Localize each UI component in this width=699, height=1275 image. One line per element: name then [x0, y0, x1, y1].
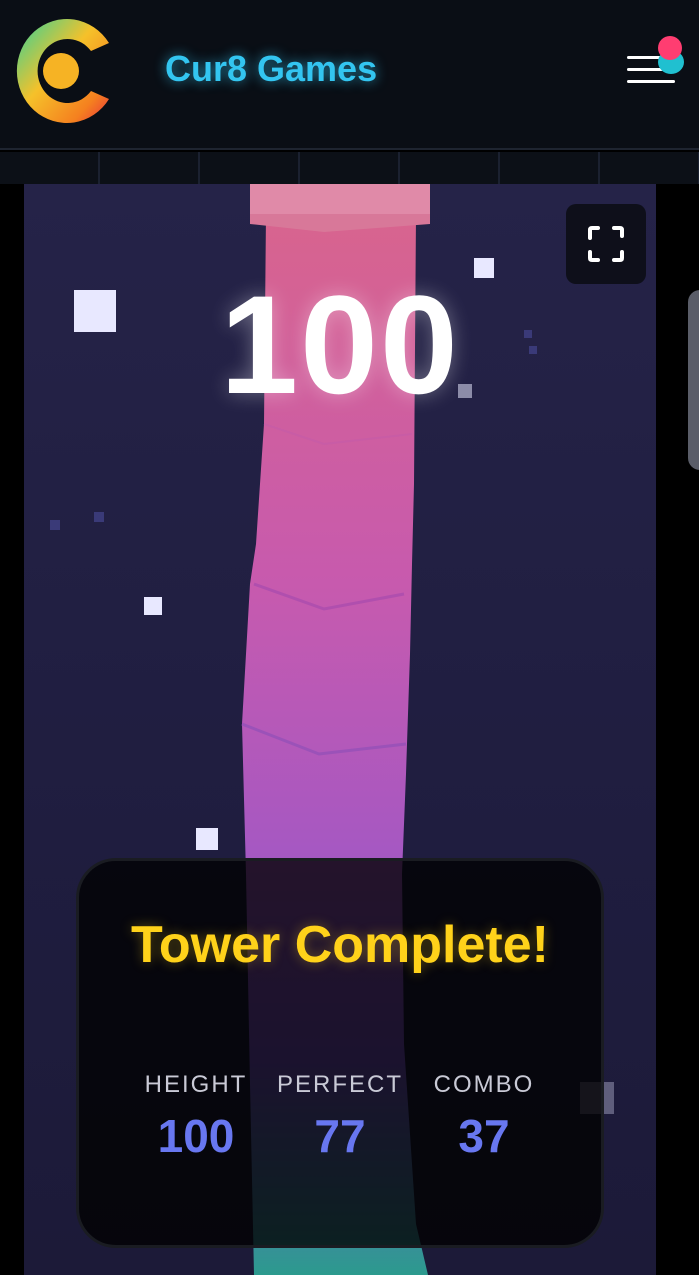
game-stage[interactable]: 100 Tower Complete! HEIGHT 100 PERFECT 7…: [24, 184, 656, 1275]
stat-label: COMBO: [433, 1071, 535, 1098]
particle: [94, 512, 104, 522]
particle: [196, 828, 218, 850]
hamburger-menu-icon[interactable]: [620, 36, 690, 96]
app-header: Cur8 Games: [0, 0, 699, 150]
score-display: 100: [220, 266, 460, 423]
tower-complete-panel: Tower Complete! HEIGHT 100 PERFECT 77 CO…: [76, 858, 604, 1248]
fullscreen-icon: [588, 226, 624, 262]
particle: [144, 597, 162, 615]
stat-label: PERFECT: [276, 1071, 403, 1098]
notification-badge: [658, 36, 682, 60]
brand-title[interactable]: Cur8 Games: [165, 48, 377, 90]
side-scroll-handle[interactable]: [688, 290, 699, 470]
stat-perfect: PERFECT 77: [265, 1071, 415, 1163]
stat-label: HEIGHT: [144, 1071, 248, 1098]
stat-value: 100: [157, 1110, 235, 1162]
fullscreen-button[interactable]: [566, 204, 646, 284]
header-divider-strip: [0, 152, 699, 184]
stat-value: 77: [314, 1110, 366, 1162]
stat-combo: COMBO 37: [409, 1071, 559, 1163]
stat-value: 37: [458, 1110, 510, 1162]
result-title: Tower Complete!: [131, 916, 549, 974]
stat-height: HEIGHT 100: [121, 1071, 271, 1163]
cur8-logo-icon[interactable]: [6, 13, 116, 129]
particle: [50, 520, 60, 530]
